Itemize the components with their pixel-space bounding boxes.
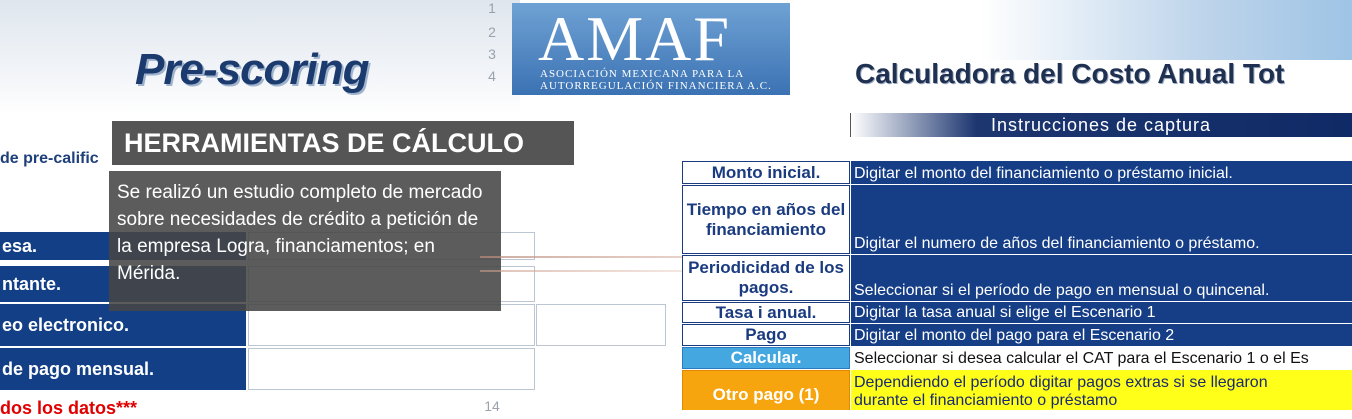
table-description-line: Dependiendo el período digitar pagos ext… (854, 374, 1268, 391)
calculate-button[interactable]: Calcular. (682, 347, 850, 369)
table-description: Digitar la tasa anual si elige el Escena… (851, 302, 1352, 323)
row-number: 3 (488, 46, 496, 62)
table-description: Seleccionar si desea calcular el CAT par… (851, 347, 1352, 369)
amaf-logo-text: AMAF (538, 3, 731, 74)
table-label: Tiempo en años del financiamiento (682, 185, 850, 254)
required-fields-note: dos los datos*** (0, 398, 138, 418)
row-number: 14 (484, 398, 500, 414)
table-description: Digitar el numero de años del financiami… (851, 185, 1352, 254)
table-label: Periodicidad de los pagos. (682, 255, 850, 301)
divider (480, 256, 690, 258)
row-number: 1 (488, 0, 496, 16)
row-number: 4 (488, 68, 496, 84)
table-description: Digitar el monto del financiamiento o pr… (851, 161, 1352, 184)
table-label: Tasa i anual. (682, 302, 850, 323)
instructions-table: Monto inicial. Digitar el monto del fina… (682, 161, 1352, 410)
instructions-title: Instrucciones de captura (990, 115, 1212, 135)
table-label: Monto inicial. (682, 161, 850, 184)
precalification-text: de pre-calific (0, 150, 99, 167)
other-payment-button[interactable]: Otro pago (1) (682, 370, 850, 410)
table-label: Pago (682, 324, 850, 346)
table-description-line: durante el financiamiento o préstamo (854, 392, 1118, 409)
amaf-logo-subtitle: AUTORREGULACIÓN FINANCIERA A.C. (540, 80, 772, 92)
monthly-payment-input[interactable] (248, 348, 535, 390)
row-number: 2 (488, 24, 496, 40)
table-description: Dependiendo el período digitar pagos ext… (851, 370, 1352, 410)
email-input-extra[interactable] (536, 304, 666, 346)
banner-background-right (980, 0, 1352, 60)
amaf-logo-subtitle: ASOCIACIÓN MEXICANA PARA LA (540, 68, 745, 80)
form-label-monthly-payment: de pago mensual. (0, 348, 246, 390)
tools-description: Se realizó un estudio completo de mercad… (109, 171, 501, 311)
table-description: Digitar el monto del pago para el Escena… (851, 324, 1352, 346)
calculator-title: Calculadora del Costo Anual Tot (855, 58, 1285, 89)
table-description: Seleccionar si el período de pago en men… (851, 255, 1352, 301)
tools-heading: HERRAMIENTAS DE CÁLCULO (112, 121, 574, 165)
prescoring-title: Pre-scoring (135, 45, 370, 94)
divider (480, 270, 690, 272)
